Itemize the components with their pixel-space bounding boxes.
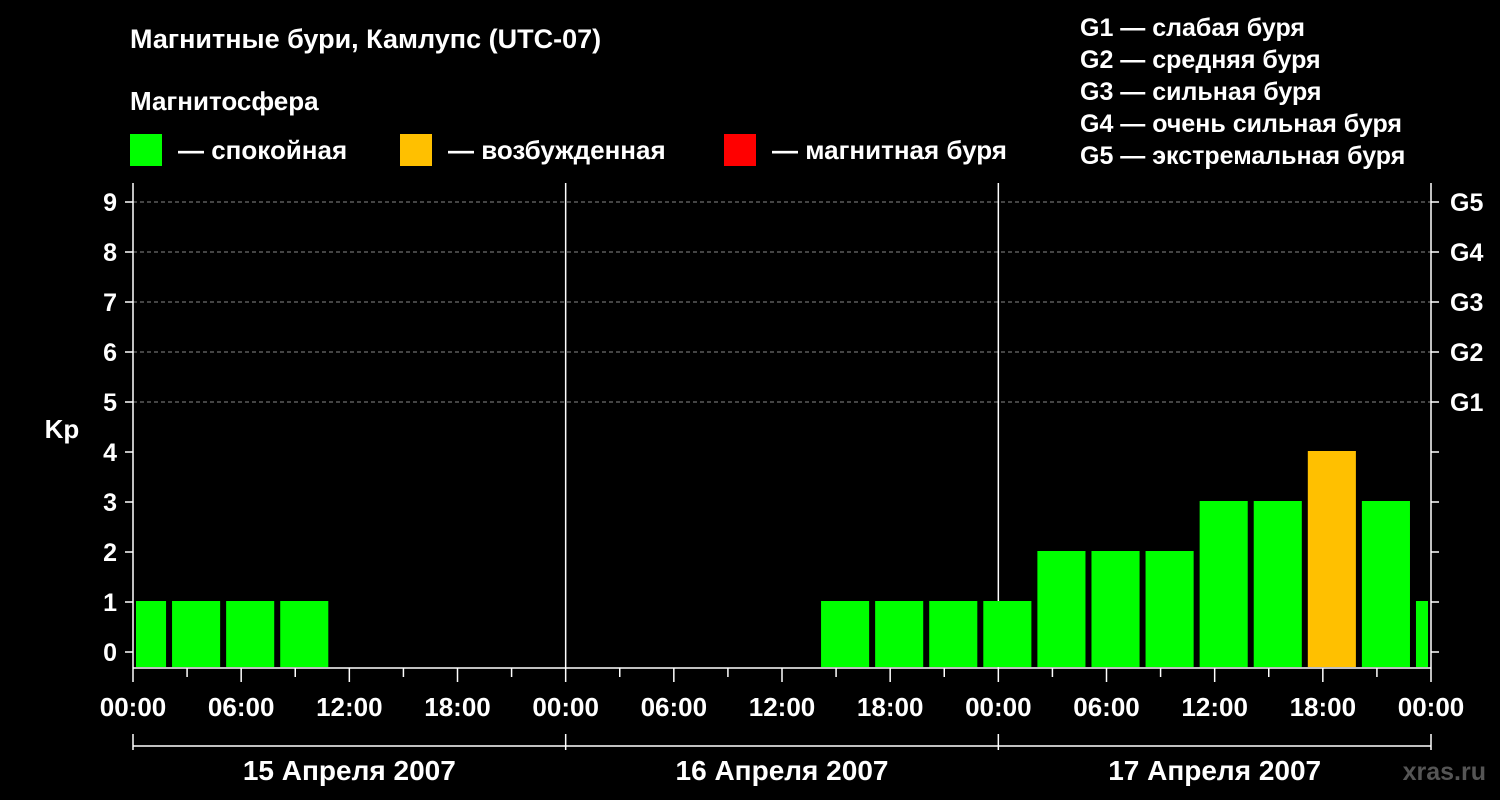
bar-1 [172,601,221,667]
x-tick-label-6: 12:00 [749,692,816,722]
bar-0 [136,601,167,667]
bar-15 [1415,601,1428,667]
y-tick-label-4: 4 [103,439,117,467]
watermark: xras.ru [1402,758,1486,786]
day-label-0: 15 Апреля 2007 [243,755,456,786]
x-tick-label-9: 06:00 [1073,692,1140,722]
x-tick-label-4: 00:00 [532,692,599,722]
y-tick-label-2: 2 [103,539,117,567]
x-tick-label-7: 18:00 [857,692,924,722]
right-axis-label-g1: G1 [1450,389,1483,417]
x-tick-label-10: 12:00 [1181,692,1248,722]
x-tick-label-3: 18:00 [424,692,491,722]
x-tick-label-11: 18:00 [1290,692,1357,722]
day-label-2: 17 Апреля 2007 [1108,755,1321,786]
bar-14 [1361,501,1410,667]
bar-7 [983,601,1032,667]
y-tick-label-6: 6 [103,339,117,367]
bar-5 [875,601,924,667]
x-tick-label-5: 06:00 [641,692,708,722]
bar-6 [929,601,978,667]
y-tick-label-0: 0 [103,639,117,667]
bar-4 [821,601,870,667]
right-axis-label-g4: G4 [1450,239,1483,267]
x-tick-label-2: 12:00 [316,692,383,722]
kp-chart: 0 1 2 3 4 5 6 7 8 9 Kp G1 G2 G3 G4 G5 00:00 06:00 12:00 18:… [45,183,1483,786]
bar-13 [1307,451,1356,667]
y-tick-label-1: 1 [103,589,117,617]
day-label-1: 16 Апреля 2007 [676,755,889,786]
right-axis-label-g2: G2 [1450,339,1483,367]
y-axis-label: Kp [45,414,80,444]
right-axis-label-g5: G5 [1450,189,1483,217]
y-tick-label-7: 7 [103,289,117,317]
bar-10 [1145,551,1194,667]
bar-2 [226,601,275,667]
y-tick-label-8: 8 [103,239,117,267]
y-tick-label-5: 5 [103,389,117,417]
bar-8 [1037,551,1086,667]
y-tick-label-9: 9 [103,189,117,217]
x-tick-label-1: 06:00 [208,692,275,722]
y-tick-label-3: 3 [103,489,117,517]
bar-9 [1091,551,1140,667]
x-tick-label-12: 00:00 [1398,692,1465,722]
bar-3 [280,601,329,667]
x-tick-label-8: 00:00 [965,692,1032,722]
bar-11 [1199,501,1248,667]
x-tick-label-0: 00:00 [100,692,167,722]
bar-12 [1253,501,1302,667]
right-axis-label-g3: G3 [1450,289,1483,317]
